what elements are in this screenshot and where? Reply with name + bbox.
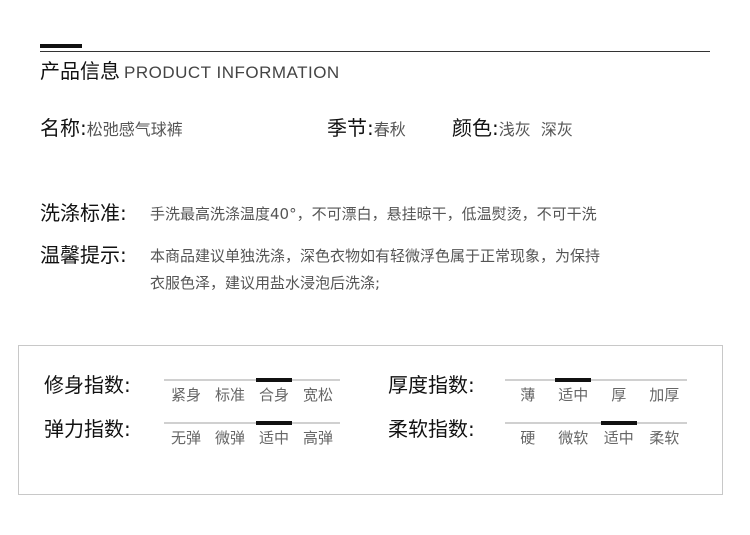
season-row: 季节:春秋 [327,115,406,143]
fit-index-label: 修身指数: [44,373,131,397]
thickness-option-3: 厚 [611,386,627,404]
wash-value: 手洗最高洗涤温度40°，不可漂白，悬挂晾干，低温熨烫，不可干洗 [150,205,597,223]
thickness-index-scale: 薄 适中 厚 加厚 [505,378,687,408]
stretch-index-label: 弹力指数: [44,417,131,441]
softness-option-1: 硬 [520,429,536,447]
fit-option-1: 紧身 [170,386,201,404]
color-label: 颜色: [452,116,499,140]
name-label: 名称: [40,116,87,140]
header-divider [40,51,710,52]
color-value: 浅灰 深灰 [498,120,573,139]
stretch-option-2: 微弹 [214,429,245,447]
softness-index-scale: 硬 微软 适中 柔软 [505,421,687,451]
stretch-selected-marker [256,421,292,425]
stretch-option-3: 适中 [258,429,289,447]
thickness-option-4: 加厚 [649,386,680,404]
thickness-selected-marker [555,378,592,382]
name-value: 松弛感气球裤 [86,120,183,139]
color-row: 颜色:浅灰 深灰 [452,115,573,143]
scale-track [164,379,340,381]
softness-option-4: 柔软 [649,429,680,447]
tips-label: 温馨提示: [40,243,127,267]
softness-index-label: 柔软指数: [388,417,475,441]
stretch-index-scale: 无弹 微弹 适中 高弹 [164,421,340,451]
scale-track [505,379,687,381]
softness-selected-marker [600,421,637,425]
name-row: 名称:松弛感气球裤 [40,115,183,143]
thickness-option-1: 薄 [520,386,536,404]
header-accent-bar [40,44,82,48]
season-label: 季节: [327,116,374,140]
wash-label: 洗涤标准: [40,201,127,225]
fit-option-4: 宽松 [302,386,333,404]
thickness-option-2: 适中 [558,386,589,404]
scale-track [164,422,340,424]
season-value: 春秋 [373,120,406,139]
section-title: 产品信息 PRODUCT INFORMATION [40,58,340,86]
softness-option-2: 微软 [558,429,589,447]
section-title-cn: 产品信息 [40,59,120,83]
fit-option-2: 标准 [214,386,245,404]
softness-option-3: 适中 [603,429,634,447]
tips-line-1: 本商品建议单独洗涤，深色衣物如有轻微浮色属于正常现象，为保持 [150,247,601,265]
tips-line-2: 衣服色泽，建议用盐水浸泡后洗涤; [150,274,381,292]
thickness-index-label: 厚度指数: [388,373,475,397]
scale-track [505,422,687,424]
stretch-option-4: 高弹 [302,429,333,447]
stretch-option-1: 无弹 [170,429,201,447]
tips-text: 本商品建议单独洗涤，深色衣物如有轻微浮色属于正常现象，为保持 衣服色泽，建议用盐… [150,243,670,297]
fit-option-3: 合身 [258,386,289,404]
section-title-en: PRODUCT INFORMATION [124,63,340,82]
fit-index-scale: 紧身 标准 合身 宽松 [164,378,340,408]
fit-selected-marker [256,378,292,382]
